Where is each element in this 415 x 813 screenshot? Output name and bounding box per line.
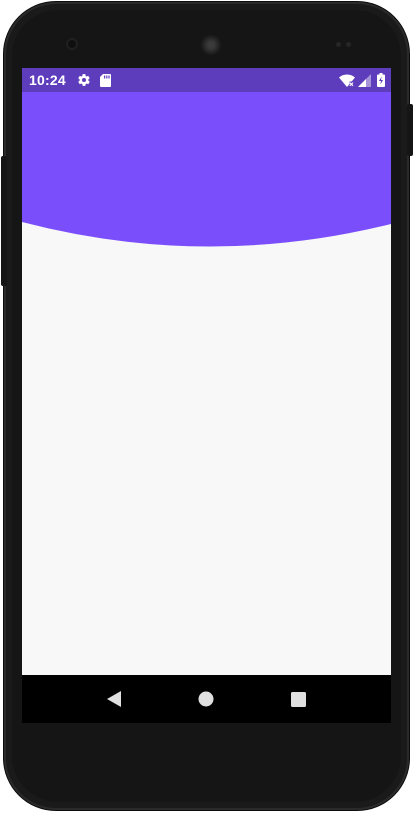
- gear-icon: [77, 73, 91, 87]
- sd-card-icon: [99, 73, 111, 87]
- earpiece-speaker: [200, 34, 222, 56]
- power-button: [407, 104, 413, 156]
- status-time: 10:24: [29, 72, 66, 88]
- home-button[interactable]: [196, 689, 216, 709]
- back-button[interactable]: [104, 689, 124, 709]
- recents-icon: [290, 691, 306, 707]
- device-screen: 10:24: [22, 68, 391, 723]
- home-icon: [198, 691, 214, 707]
- proximity-sensors: [336, 42, 354, 48]
- recents-button[interactable]: [288, 689, 308, 709]
- volume-button: [1, 156, 7, 286]
- navigation-bar: [22, 675, 391, 723]
- cell-signal-icon: [358, 73, 371, 87]
- front-camera: [66, 38, 78, 50]
- status-bar: 10:24: [22, 68, 391, 92]
- battery-charging-icon: [377, 73, 385, 87]
- wifi-icon: [339, 74, 355, 87]
- header-curved-banner: [22, 92, 391, 247]
- back-icon: [106, 691, 122, 707]
